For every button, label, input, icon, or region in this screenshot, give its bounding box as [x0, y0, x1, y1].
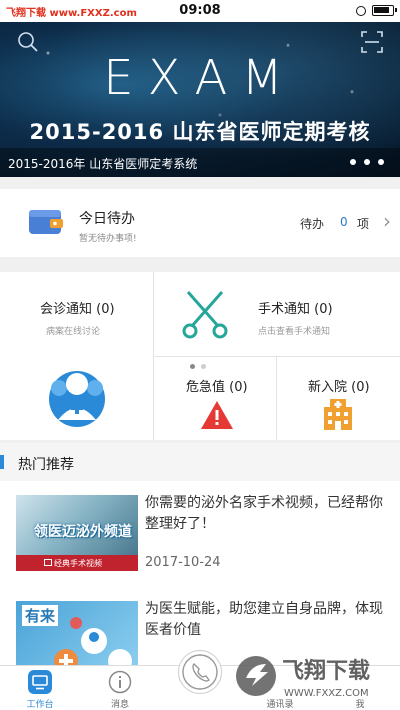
tab-label: 工作台: [26, 700, 54, 710]
warning-icon: [201, 401, 233, 429]
tab-workbench[interactable]: 工作台: [10, 666, 70, 710]
info-icon: [108, 670, 132, 694]
admission-title: 新入院 (0): [308, 380, 370, 395]
hot-section-title: 热门推荐: [18, 457, 74, 473]
carousel-dot: [378, 159, 384, 165]
section-accent-bar: [0, 455, 4, 469]
todo-subtitle: 暂无待办事项!: [79, 234, 137, 244]
doctors-group-icon: [49, 371, 105, 427]
list-item[interactable]: 领医迈泌外频道 经典手术视频 你需要的泌外名家手术视频，已经帮你整理好了！ 20…: [0, 493, 400, 593]
grid-divider: [276, 356, 277, 440]
function-grid: 会诊通知 (0) 病案在线讨论 手术通知 (0) 点击查看手术通知 危急值 (0…: [0, 272, 400, 440]
page-dot: [201, 364, 206, 369]
consult-title: 会诊通知 (0): [40, 302, 115, 317]
chevron-right-icon: ›: [383, 209, 391, 233]
status-indicators: [356, 5, 397, 16]
article-date: 2017-10-24: [145, 555, 221, 570]
banner-caption: 2015-2016年 山东省医师定考系统: [8, 157, 198, 171]
todo-status-label: 待办: [300, 217, 325, 231]
article-title: 为医生赋能，助您建立自身品牌，体现医者价值: [145, 601, 383, 638]
critical-title: 危急值 (0): [186, 380, 248, 395]
video-icon: [44, 559, 52, 566]
tab-label: 消息: [110, 700, 129, 710]
status-bar: 飞翔下载 www.FXXZ.com 09:08: [0, 0, 400, 22]
carousel-indicator: [350, 159, 384, 165]
banner-logo: EXAM: [103, 50, 297, 106]
watermark-url: WWW.FXXZ.COM: [284, 688, 369, 699]
thumbnail-strip-label: 经典手术视频: [54, 559, 102, 568]
hospital-icon: [324, 399, 352, 430]
article-thumbnail: 领医迈泌外频道 经典手术视频: [16, 495, 138, 571]
banner-caption-bar: 2015-2016年 山东省医师定考系统: [0, 148, 400, 177]
consult-subtitle: 病案在线讨论: [46, 327, 101, 337]
todo-count: 0: [340, 215, 348, 229]
hot-section-header: 热门推荐: [0, 443, 400, 481]
banner-carousel[interactable]: EXAM 2015-2016 山东省医师定期考核 2015-2016年 山东省医…: [0, 22, 400, 177]
watermark-logo: 飞翔下载 WWW.FXXZ.COM: [236, 656, 370, 699]
scissors-icon: [182, 291, 228, 339]
todo-title: 今日待办: [79, 211, 135, 227]
todo-card[interactable]: 今日待办 暂无待办事项! 待办 0 项 ›: [0, 189, 400, 257]
surgery-subtitle: 点击查看手术通知: [258, 327, 331, 337]
medical-icons-illustration: [54, 617, 132, 665]
watermark-brand: 飞翔下载: [282, 658, 370, 684]
thumbnail-caption: 领医迈泌外频道: [34, 524, 132, 540]
status-time: 09:08: [179, 3, 221, 18]
call-button[interactable]: [178, 650, 222, 694]
rotation-lock-icon: [356, 5, 366, 16]
article-thumbnail: 有来: [16, 601, 138, 665]
tile-page-indicator: [190, 364, 206, 369]
article-title: 你需要的泌外名家手术视频，已经帮你整理好了！: [145, 495, 383, 532]
page-dot: [190, 364, 195, 369]
carousel-dot: [364, 159, 370, 165]
phone-icon: [182, 654, 218, 690]
desktop-icon: [28, 670, 52, 694]
surgery-title: 手术通知 (0): [258, 302, 333, 317]
banner-headline: 2015-2016 山东省医师定期考核: [29, 120, 371, 144]
wallet-icon: [29, 210, 63, 234]
carousel-dot: [350, 159, 356, 165]
tab-messages[interactable]: 消息: [90, 666, 150, 710]
article-list: 领医迈泌外频道 经典手术视频 你需要的泌外名家手术视频，已经帮你整理好了！ 20…: [0, 481, 400, 665]
battery-icon: [372, 5, 397, 16]
thumbnail-strip: 经典手术视频: [16, 555, 138, 571]
todo-unit: 项: [357, 217, 370, 231]
